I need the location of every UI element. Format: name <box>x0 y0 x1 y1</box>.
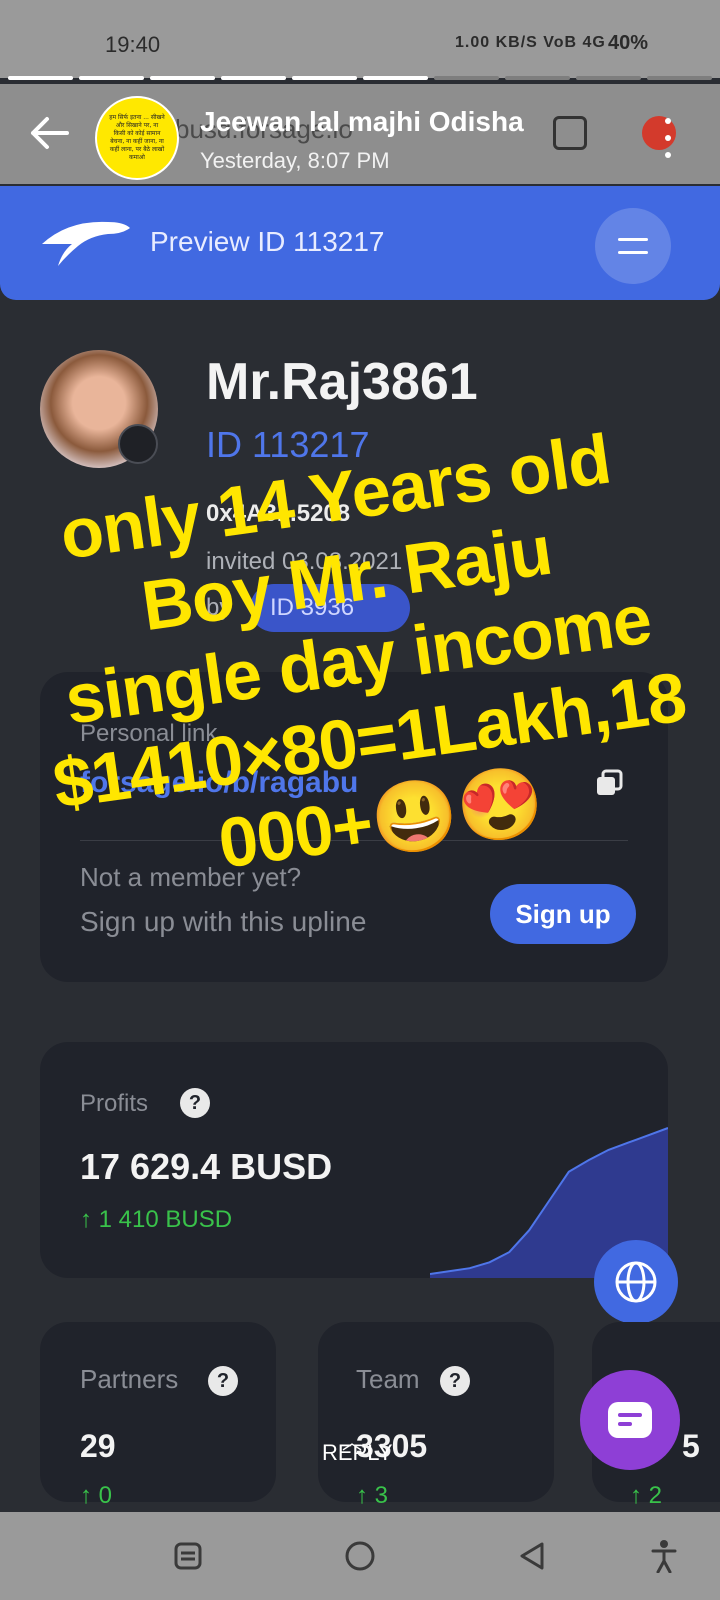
home-button[interactable] <box>340 1536 380 1576</box>
preview-id-title: Preview ID 113217 <box>150 226 385 257</box>
profile-name: Mr.Raj3861 <box>206 353 478 411</box>
story-avatar[interactable]: हम सिर्फ इतना ... सीखने और सिखाने पर, ना… <box>95 96 179 180</box>
partners-card <box>40 1322 276 1502</box>
back-button[interactable] <box>24 108 74 158</box>
panther-logo-icon <box>42 221 130 266</box>
accessibility-button[interactable] <box>644 1536 684 1576</box>
progress-segment <box>79 76 144 80</box>
battery-level: 40% <box>608 32 649 54</box>
recent-apps-button[interactable] <box>168 1536 208 1576</box>
progress-segment <box>221 76 286 80</box>
menu-button[interactable] <box>595 208 671 284</box>
profits-value: 17 629.4 BUSD <box>80 1146 333 1187</box>
progress-segment <box>505 76 570 80</box>
team-card <box>318 1322 554 1502</box>
globe-icon <box>615 1261 657 1303</box>
panther-badge-icon <box>118 424 158 464</box>
partners-value: 29 <box>80 1428 116 1464</box>
dot-icon <box>665 152 671 158</box>
dot-icon <box>665 118 671 124</box>
progress-segment <box>647 76 712 80</box>
progress-segment <box>434 76 499 80</box>
language-button[interactable] <box>594 1240 678 1324</box>
story-progress <box>8 76 712 80</box>
dot-icon <box>665 135 671 141</box>
signup-hint: Sign up with this upline <box>80 906 367 937</box>
network-indicator: 1.00 KB/S VoB 4G <box>455 34 606 51</box>
partners-delta: ↑ 0 <box>80 1482 113 1509</box>
accessibility-icon <box>651 1540 677 1573</box>
profits-label: Profits <box>80 1090 149 1117</box>
progress-segment <box>8 76 73 80</box>
help-icon[interactable]: ? <box>180 1088 210 1118</box>
sign-up-button[interactable]: Sign up <box>490 884 636 944</box>
help-icon[interactable]: ? <box>208 1366 238 1396</box>
team-label: Team <box>356 1364 420 1394</box>
partners-label: Partners <box>80 1364 179 1394</box>
progress-segment <box>150 76 215 80</box>
background-tab-icon <box>553 116 587 150</box>
progress-segment <box>576 76 641 80</box>
status-time: 19:40 <box>105 32 161 57</box>
story-timestamp: Yesterday, 8:07 PM <box>200 148 390 173</box>
home-icon <box>345 1541 375 1571</box>
progress-segment <box>292 76 357 80</box>
team-delta: ↑ 3 <box>356 1482 389 1509</box>
third-stat-delta: ↑ 2 <box>630 1482 663 1509</box>
chat-icon <box>608 1402 652 1438</box>
profits-delta: ↑ 1 410 BUSD <box>80 1206 233 1233</box>
reply-button[interactable]: REPLY <box>322 1440 393 1466</box>
back-arrow-icon <box>31 117 69 149</box>
story-user-name[interactable]: Jeewan lal majhi Odisha <box>200 106 524 138</box>
third-stat-value: 5 <box>682 1428 700 1464</box>
hamburger-line <box>618 251 648 254</box>
chat-button[interactable] <box>580 1370 680 1470</box>
recents-icon <box>174 1542 202 1570</box>
hamburger-line <box>618 238 648 241</box>
progress-segment <box>363 76 428 80</box>
triangle-back-icon <box>520 1542 544 1570</box>
more-options-button[interactable] <box>658 118 678 158</box>
help-icon[interactable]: ? <box>440 1366 470 1396</box>
nav-back-button[interactable] <box>512 1536 552 1576</box>
avatar-text: हम सिर्फ इतना ... सीखने और सिखाने पर, ना… <box>109 114 165 161</box>
